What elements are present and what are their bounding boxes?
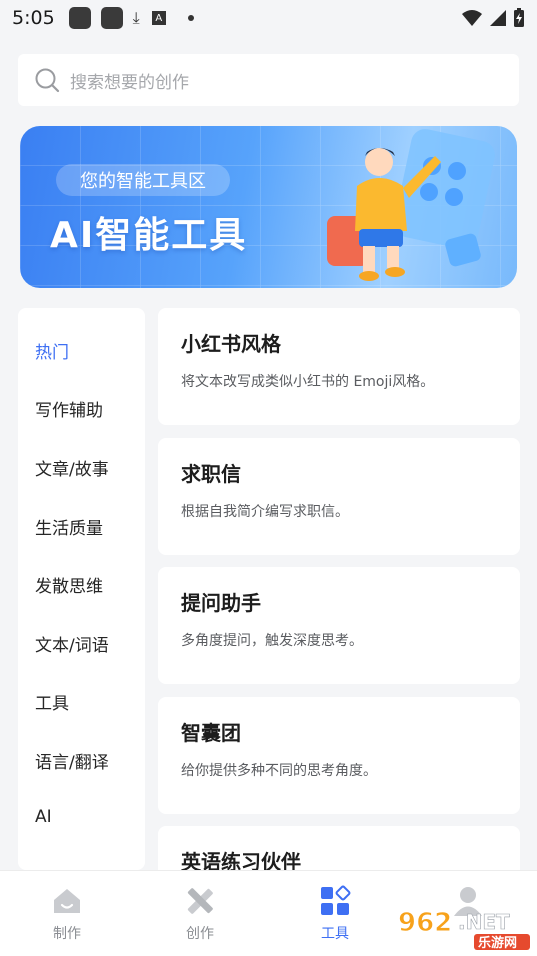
tool-card[interactable]: 求职信 根据自我简介编写求职信。 [158, 438, 520, 555]
tool-card[interactable]: 小红书风格 将文本改写成类似小红书的 Emoji风格。 [158, 308, 520, 425]
category-item-hot[interactable]: 热门 [35, 338, 69, 363]
category-item-divergent-thinking[interactable]: 发散思维 [35, 572, 103, 597]
watermark-number: 962 [398, 908, 452, 938]
wifi-icon [462, 10, 482, 26]
category-item-tools[interactable]: 工具 [35, 689, 69, 714]
tool-card-title: 智囊团 [181, 721, 241, 745]
watermark-brand: 乐游网 [478, 935, 517, 951]
category-item-article-story[interactable]: 文章/故事 [35, 455, 109, 480]
search-input[interactable]: 搜索想要的创作 [18, 54, 519, 106]
category-item-writing-aid[interactable]: 写作辅助 [35, 396, 103, 421]
grid-tools-icon [321, 885, 351, 915]
nav-tab-label: 工具 [321, 926, 349, 942]
category-item-text-words[interactable]: 文本/词语 [35, 631, 109, 656]
promo-banner[interactable]: 您的智能工具区 AI智能工具 [20, 126, 517, 288]
nav-tab-label: 创作 [186, 926, 214, 942]
nav-tab-create[interactable]: 创作 [160, 885, 240, 943]
more-notifications-dot-icon [187, 15, 194, 21]
search-icon [35, 68, 60, 93]
tool-card[interactable]: 提问助手 多角度提问，触发深度思考。 [158, 567, 520, 684]
tool-card[interactable]: 智囊团 给你提供多种不同的思考角度。 [158, 697, 520, 814]
tool-card-list: 小红书风格 将文本改写成类似小红书的 Emoji风格。 求职信 根据自我简介编写… [158, 308, 520, 870]
nav-tab-tools[interactable]: 工具 [295, 885, 375, 943]
tool-card-description: 根据自我简介编写求职信。 [181, 504, 349, 520]
tool-card-description: 给你提供多种不同的思考角度。 [181, 763, 377, 779]
banner-title: AI智能工具 [50, 215, 248, 256]
banner-character-illustration [327, 129, 495, 281]
tool-card-title: 小红书风格 [181, 332, 281, 356]
nav-tab-label: 制作 [53, 926, 81, 942]
category-item-ai[interactable]: AI [35, 807, 52, 827]
site-watermark-logo: 962 .NET 乐游网 [398, 908, 530, 951]
tool-card-description: 多角度提问，触发深度思考。 [181, 633, 363, 649]
watermark-domain: .NET [458, 910, 510, 934]
status-bar: 5:05 ⤓ A [0, 0, 537, 36]
signal-icon [490, 10, 506, 26]
notification-app-icon [68, 7, 91, 29]
status-time: 5:05 [12, 7, 55, 29]
status-right-icons [461, 8, 525, 28]
nav-tab-make[interactable]: 制作 [27, 885, 107, 943]
banner-subtitle: 您的智能工具区 [56, 164, 230, 196]
category-sidebar: 热门 写作辅助 文章/故事 生活质量 发散思维 文本/词语 工具 语言/翻译 A… [18, 308, 145, 870]
category-item-language-translation[interactable]: 语言/翻译 [35, 748, 109, 773]
pen-ruler-icon [187, 888, 213, 914]
category-item-life-quality[interactable]: 生活质量 [35, 514, 103, 539]
house-icon [54, 889, 80, 913]
tool-card-title: 求职信 [181, 462, 241, 486]
tool-card-description: 将文本改写成类似小红书的 Emoji风格。 [181, 374, 435, 390]
tool-card[interactable]: 英语练习伙伴 [158, 826, 520, 870]
tool-card-title: 英语练习伙伴 [181, 850, 301, 870]
keyboard-a-icon: A [151, 11, 166, 25]
battery-icon [514, 8, 524, 27]
notification-app-icon [100, 7, 123, 29]
search-placeholder: 搜索想要的创作 [70, 72, 189, 93]
download-icon: ⤓ [132, 8, 140, 27]
tool-card-title: 提问助手 [181, 591, 261, 615]
